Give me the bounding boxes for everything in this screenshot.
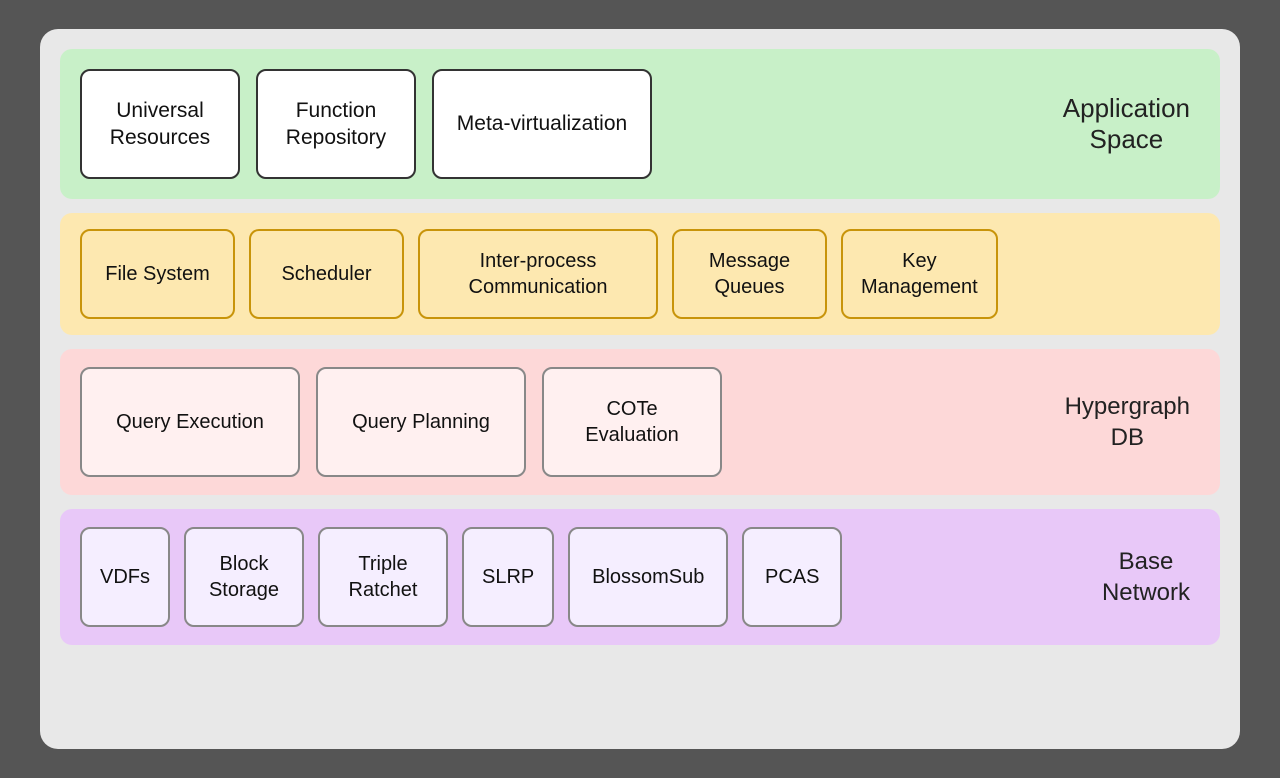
db-label: HypergraphDB <box>1065 391 1190 453</box>
main-container: UniversalResources FunctionRepository Me… <box>40 29 1240 749</box>
message-queues-box: MessageQueues <box>672 229 827 319</box>
scheduler-box: Scheduler <box>249 229 404 319</box>
triple-ratchet-box: TripleRatchet <box>318 527 448 627</box>
db-layer: Query Execution Query Planning COTeEvalu… <box>60 349 1220 495</box>
app-space-layer: UniversalResources FunctionRepository Me… <box>60 49 1220 199</box>
meta-virtualization-box: Meta-virtualization <box>432 69 652 179</box>
blossomsub-box: BlossomSub <box>568 527 728 627</box>
universal-resources-box: UniversalResources <box>80 69 240 179</box>
slrp-box: SLRP <box>462 527 554 627</box>
query-execution-box: Query Execution <box>80 367 300 477</box>
key-management-box: KeyManagement <box>841 229 998 319</box>
pcas-box: PCAS <box>742 527 842 627</box>
os-layer: File System Scheduler Inter-processCommu… <box>60 213 1220 335</box>
block-storage-box: BlockStorage <box>184 527 304 627</box>
function-repository-box: FunctionRepository <box>256 69 416 179</box>
vdfs-box: VDFs <box>80 527 170 627</box>
query-planning-box: Query Planning <box>316 367 526 477</box>
base-network-layer: VDFs BlockStorage TripleRatchet SLRP Blo… <box>60 509 1220 645</box>
file-system-box: File System <box>80 229 235 319</box>
app-space-label: ApplicationSpace <box>1063 93 1190 155</box>
base-network-label: BaseNetwork <box>1102 546 1190 608</box>
cote-evaluation-box: COTeEvaluation <box>542 367 722 477</box>
ipc-box: Inter-processCommunication <box>418 229 658 319</box>
